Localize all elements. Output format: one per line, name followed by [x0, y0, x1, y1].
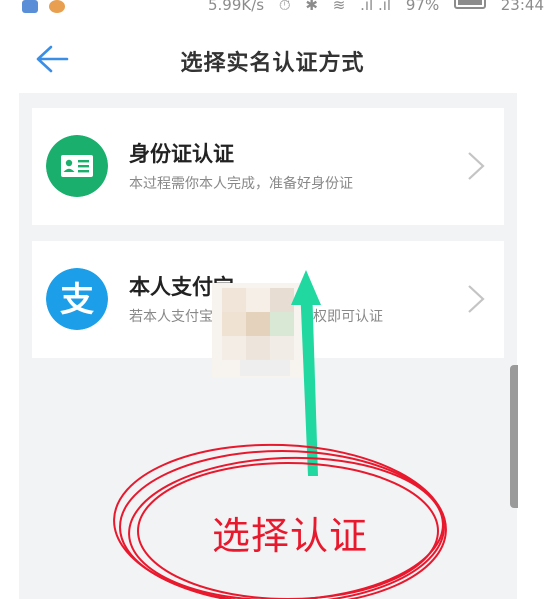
status-notification-icons	[22, 0, 71, 18]
signal-icon: .ıl .ıl	[360, 0, 392, 14]
pixelated-region	[212, 283, 308, 378]
scroll-handle[interactable]	[510, 365, 518, 508]
alipay-icon: 支	[46, 268, 108, 330]
alarm-icon: ⏱	[278, 0, 291, 14]
header: 选择实名认证方式	[0, 30, 545, 90]
status-time: 23:44	[500, 0, 544, 14]
battery-icon	[453, 0, 486, 9]
option-subtitle-end: 授权即可认证	[299, 309, 383, 325]
svg-text:支: 支	[60, 280, 94, 320]
page-title: 选择实名认证方式	[180, 51, 365, 76]
chevron-right-icon	[468, 152, 485, 180]
battery-percent: 97%	[405, 0, 440, 14]
option-subtitle: 本过程需你本人完成，准备好身份证	[129, 176, 353, 192]
option-subtitle-start: 若本人支付宝	[129, 309, 213, 325]
chevron-right-icon	[468, 285, 485, 313]
network-speed: 5.99K/s	[208, 0, 265, 14]
option-id-card[interactable]: 身份证认证 本过程需你本人完成，准备好身份证	[32, 108, 504, 225]
status-bar: 5.99K/s ⏱ ✱ ≋ .ıl .ıl 97% 23:44	[0, 0, 545, 20]
id-card-icon	[46, 135, 108, 197]
wifi-icon: ≋	[332, 0, 346, 14]
status-right: 5.99K/s ⏱ ✱ ≋ .ıl .ıl 97% 23:44	[208, 0, 545, 14]
app-notification-icon	[48, 0, 65, 13]
bluetooth-icon: ✱	[305, 0, 318, 14]
app-notification-icon	[22, 0, 38, 13]
option-title: 身份证认证	[129, 142, 234, 166]
annotation-text: 选择认证	[212, 514, 369, 558]
